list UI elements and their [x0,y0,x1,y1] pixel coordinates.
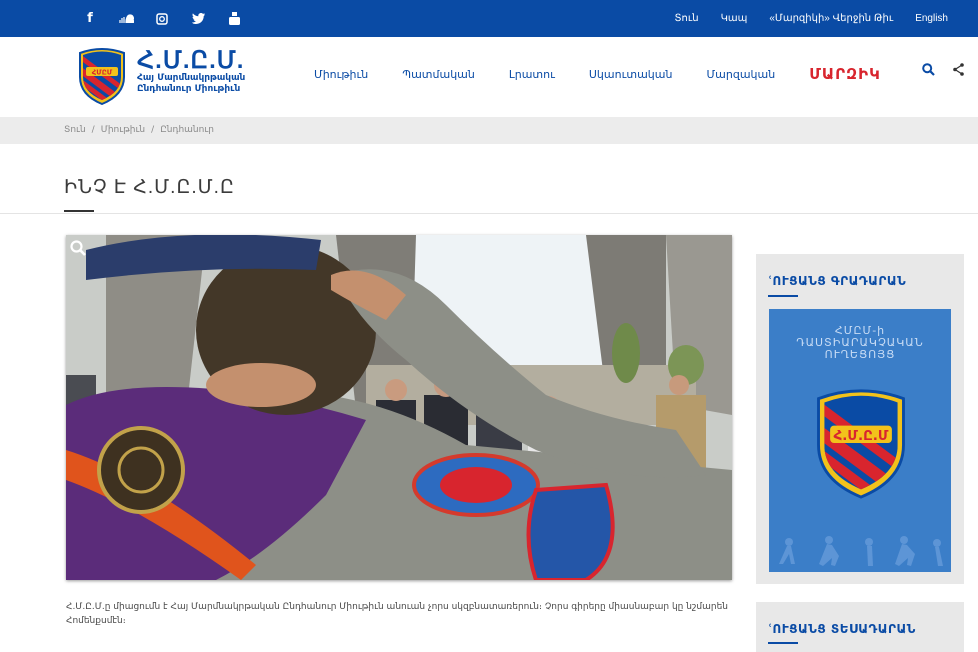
breadcrumb-home[interactable]: Տուն [64,125,86,135]
instagram-icon[interactable] [144,0,180,37]
nav-item-scouts[interactable]: Սկաուտական [589,68,673,81]
zoom-icon[interactable] [70,240,86,260]
library-title-underline [768,295,798,297]
top-link-contact[interactable]: Կապ [721,13,748,24]
page-title: ԻՆՉ Է Հ.Մ.Ը.Մ.Ը [64,177,235,198]
title-underline [64,210,94,212]
nav-item-sports[interactable]: Մարզական [706,68,775,81]
soundcloud-icon[interactable] [108,0,144,37]
article-photo[interactable] [66,235,732,580]
youtube-icon[interactable] [216,0,252,37]
nav-item-history[interactable]: Պատմական [402,68,475,81]
sidebar-library: ՙՈՒՑԱՆՑ ԳՐԱԴԱՐԱՆ ՀՄԸՄ-ի ԴԱՍՏԻԱՐԱԿՉԱԿԱՆ Ո… [756,254,964,584]
main-nav: Միութիւն Պատմական Լրատու Սկաուտական Մարզ… [314,65,881,83]
top-link-home[interactable]: Տուն [674,13,698,24]
library-title[interactable]: ՙՈՒՑԱՆՑ ԳՐԱԴԱՐԱՆ [768,274,906,288]
book-cover[interactable]: ՀՄԸՄ-ի ԴԱՍՏԻԱՐԱԿՉԱԿԱՆ ՈՒՂԵՑՈՅՑ Հ.Մ.Ը.Մ [769,309,951,572]
logo-title: Հ.Մ.Ը.Մ. [137,47,245,74]
top-bar: f Տուն Կապ «Մարզիկի» Վերջին Թիւ English [0,0,978,37]
nav-item-marzig[interactable]: ՄԱՐԶԻԿ [809,65,881,83]
share-icon[interactable] [953,63,964,80]
video-library-title[interactable]: ՙՈՒՑԱՆՑ ՏԵՍԱԴԱՐԱՆ [768,622,916,636]
book-title-line3: ՈՒՂԵՑՈՅՑ [824,348,896,361]
sidebar-video-library: ՙՈՒՑԱՆՑ ՏԵՍԱԴԱՐԱՆ [756,602,964,652]
logo-subtitle-line1: Հայ Մարմնակրթական [137,73,246,83]
logo-shield-icon[interactable]: ՀՄԸՄ [78,47,126,105]
breadcrumb-separator: / [151,125,155,135]
video-title-underline [768,642,798,644]
top-nav: Տուն Կապ «Մարզիկի» Վերջին Թիւ English [674,0,948,37]
breadcrumb: Տուն / Միութիւն / Ընդհանուր [0,117,978,144]
facebook-icon[interactable]: f [72,0,108,37]
breadcrumb-separator: / [91,125,95,135]
breadcrumb-current: Ընդհանուր [160,125,214,135]
book-title: ՀՄԸՄ-ի ԴԱՍՏԻԱՐԱԿՉԱԿԱՆ ՈՒՂԵՑՈՅՑ [769,325,951,361]
book-athletes-silhouettes [779,536,943,566]
header-divider [0,213,978,214]
breadcrumb-union[interactable]: Միութիւն [101,125,145,135]
logo-subtitle-line2: Ընդհանուր Միութիւն [137,84,241,94]
social-links: f [72,0,252,37]
nav-item-news[interactable]: Լրատու [509,68,555,81]
nav-item-union[interactable]: Միութիւն [314,68,368,81]
top-link-english[interactable]: English [915,13,948,24]
search-icon[interactable] [922,63,935,80]
top-link-latest-issue[interactable]: «Մարզիկի» Վերջին Թիւ [769,13,893,24]
twitter-icon[interactable] [180,0,216,37]
svg-text:Հ.Մ.Ը.Մ: Հ.Մ.Ը.Մ [834,428,889,444]
book-shield-icon: Հ.Մ.Ը.Մ [817,389,905,499]
logo-text[interactable]: Հ.Մ.Ը.Մ. Հայ Մարմնակրթական Ընդհանուր Միո… [137,49,245,95]
header-icons [922,63,964,80]
svg-text:ՀՄԸՄ: ՀՄԸՄ [92,69,113,77]
article-paragraph: Հ.Մ.Ը.Մ.ը միացումն է Հայ Մարմնակրթական Ը… [66,602,728,626]
site-header: ՀՄԸՄ Հ.Մ.Ը.Մ. Հայ Մարմնակրթական Ընդհանու… [0,37,978,117]
